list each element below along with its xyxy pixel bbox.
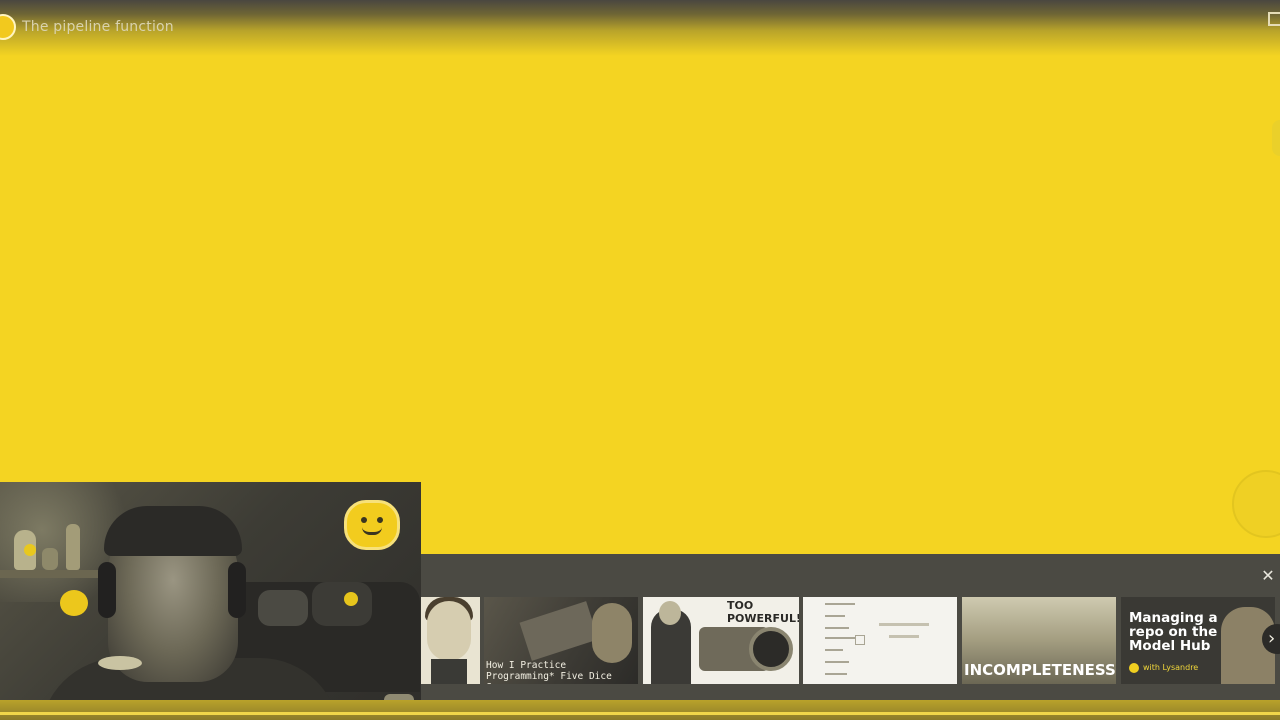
decor-dot (24, 544, 36, 556)
related-video-thumbnail[interactable] (421, 597, 480, 684)
related-video-thumbnail[interactable]: INCOMPLETENESS (962, 597, 1116, 684)
diagram-box (855, 635, 865, 645)
progress-bar[interactable] (0, 700, 1280, 720)
watch-later-icon[interactable] (1268, 12, 1280, 26)
title-bar (0, 0, 1280, 56)
thumbnail-wheel (749, 627, 793, 671)
related-video-thumbnail[interactable]: TOO POWERFUL! (643, 597, 799, 684)
presenter-hair (104, 506, 242, 556)
headphones (98, 562, 116, 618)
vase (66, 524, 80, 570)
thumbnail-neck (431, 659, 467, 684)
side-control[interactable] (1272, 120, 1280, 156)
thumbnail-caption: INCOMPLETENESS (964, 661, 1116, 679)
thumbnail-caption: TOO POWERFUL! (727, 599, 799, 625)
thumbnail-caption: How I Practice Programming* Five Dice Ga… (486, 660, 612, 684)
huggingface-logo-icon (1129, 663, 1139, 673)
diagram-line (825, 603, 855, 605)
related-video-thumbnail[interactable]: Managing a repo on the Model Hub with Ly… (1121, 597, 1275, 684)
vase (42, 548, 58, 570)
mug (98, 656, 142, 670)
diagram-line (825, 615, 845, 617)
progress-bar-fill (0, 712, 1280, 715)
video-player[interactable]: The pipeline function ✕ How I Practice P… (0, 0, 1280, 720)
pillow (312, 582, 372, 626)
diagram-text (879, 623, 929, 626)
thumbnail-head (659, 601, 681, 625)
headphones (228, 562, 246, 618)
plush-toy (60, 590, 88, 616)
thumbnail-person (592, 603, 632, 663)
thumbnail-face (427, 601, 471, 661)
end-screen-subscribe-circle[interactable] (1232, 470, 1280, 538)
plush-toy (344, 592, 358, 606)
related-video-thumbnail[interactable] (803, 597, 957, 684)
huggingface-logo-icon (344, 500, 400, 550)
diagram-text (889, 635, 919, 638)
shelf (0, 570, 110, 578)
thumbnail-board (519, 601, 599, 661)
thumbnail-subcaption: with Lysandre (1143, 663, 1199, 672)
video-title[interactable]: The pipeline function (22, 19, 174, 35)
diagram-line (825, 649, 843, 651)
thumbnail-caption: Managing a repo on the Model Hub (1129, 610, 1218, 654)
diagram-line (825, 627, 849, 629)
close-icon[interactable]: ✕ (1259, 567, 1277, 585)
diagram-line (825, 673, 847, 675)
diagram-line (825, 637, 855, 639)
pillow (258, 590, 308, 626)
related-video-thumbnail[interactable]: How I Practice Programming* Five Dice Ga… (484, 597, 638, 684)
diagram-line (825, 661, 849, 663)
